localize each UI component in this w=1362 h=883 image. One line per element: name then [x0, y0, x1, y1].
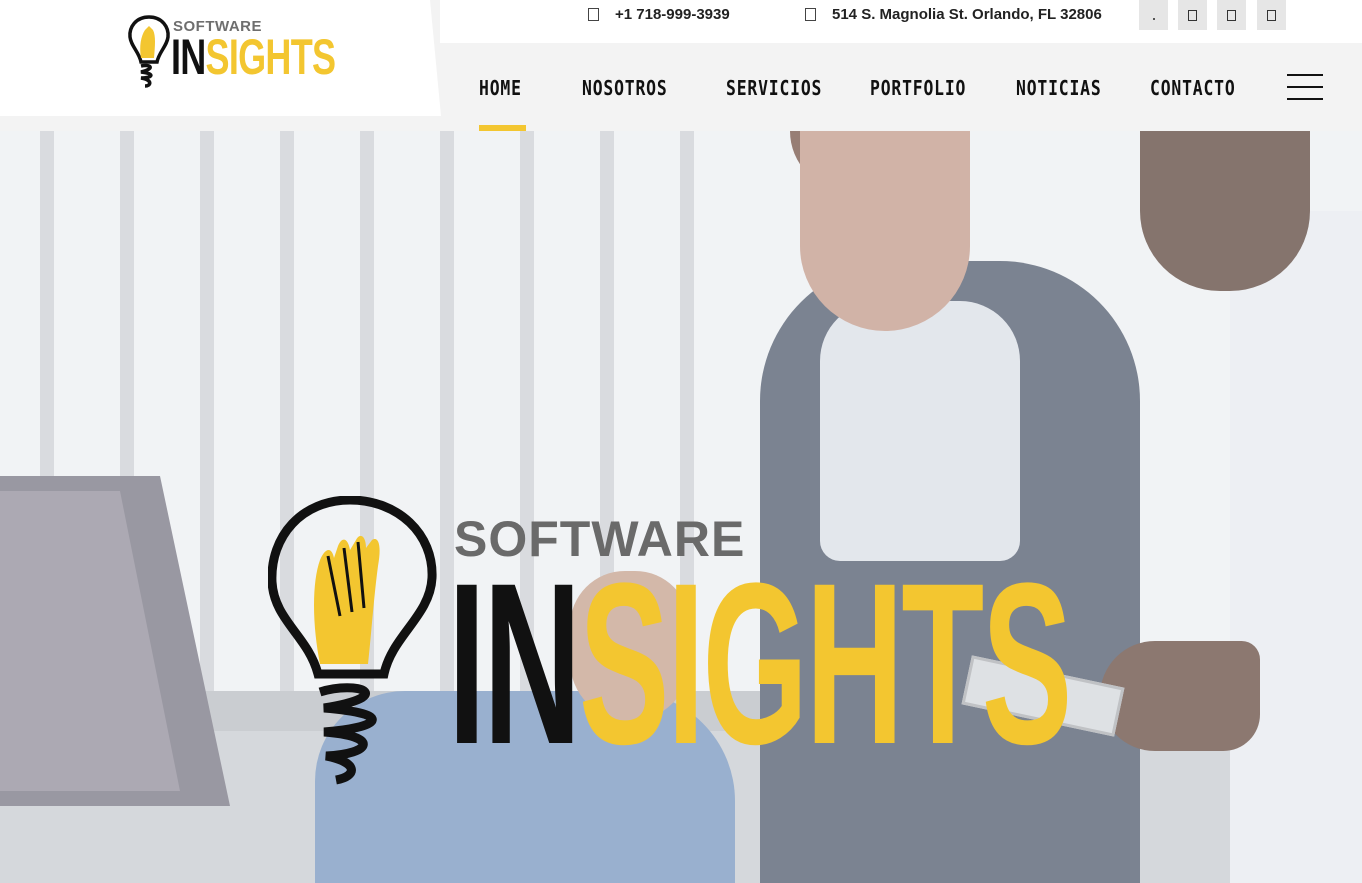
hero-logo-insights-text: INSIGHTS — [448, 535, 1072, 792]
logo-insights-text: INSIGHTS — [171, 29, 336, 85]
nav-item-home[interactable]: HOME — [479, 75, 522, 101]
lightbulb-icon — [268, 496, 437, 785]
lightbulb-icon — [128, 15, 170, 88]
social-icon-2 — [1188, 9, 1197, 21]
phone-contact[interactable]: +1 718-999-3939 — [588, 6, 730, 23]
hero-banner: SOFTWARE INSIGHTS — [0, 131, 1362, 883]
social-link-4[interactable] — [1257, 0, 1286, 30]
social-link-2[interactable] — [1178, 0, 1207, 30]
header-logo[interactable]: SOFTWARE INSIGHTS — [127, 14, 349, 90]
map-marker-icon — [805, 8, 816, 21]
social-icon-4 — [1267, 9, 1276, 21]
nav-item-servicios[interactable]: SERVICIOS — [726, 75, 822, 101]
address-text: 514 S. Magnolia St. Orlando, FL 32806 — [832, 6, 1102, 23]
nav-item-contacto[interactable]: CONTACTO — [1150, 75, 1236, 101]
address-contact: 514 S. Magnolia St. Orlando, FL 32806 — [805, 6, 1102, 23]
hamburger-menu-icon[interactable] — [1287, 74, 1323, 100]
nav-item-noticias[interactable]: NOTICIAS — [1016, 75, 1102, 101]
phone-number: +1 718-999-3939 — [615, 6, 730, 23]
social-link-1[interactable] — [1139, 0, 1168, 30]
social-link-3[interactable] — [1217, 0, 1246, 30]
social-icon-3 — [1227, 9, 1236, 21]
nav-item-portfolio[interactable]: PORTFOLIO — [870, 75, 966, 101]
site-header: SOFTWARE INSIGHTS +1 718-999-3939 514 S.… — [0, 0, 1362, 131]
social-icon-1 — [1152, 18, 1155, 20]
hero-logo: SOFTWARE INSIGHTS — [268, 496, 1138, 786]
nav-item-nosotros[interactable]: NOSOTROS — [582, 75, 668, 101]
phone-icon — [588, 8, 599, 21]
